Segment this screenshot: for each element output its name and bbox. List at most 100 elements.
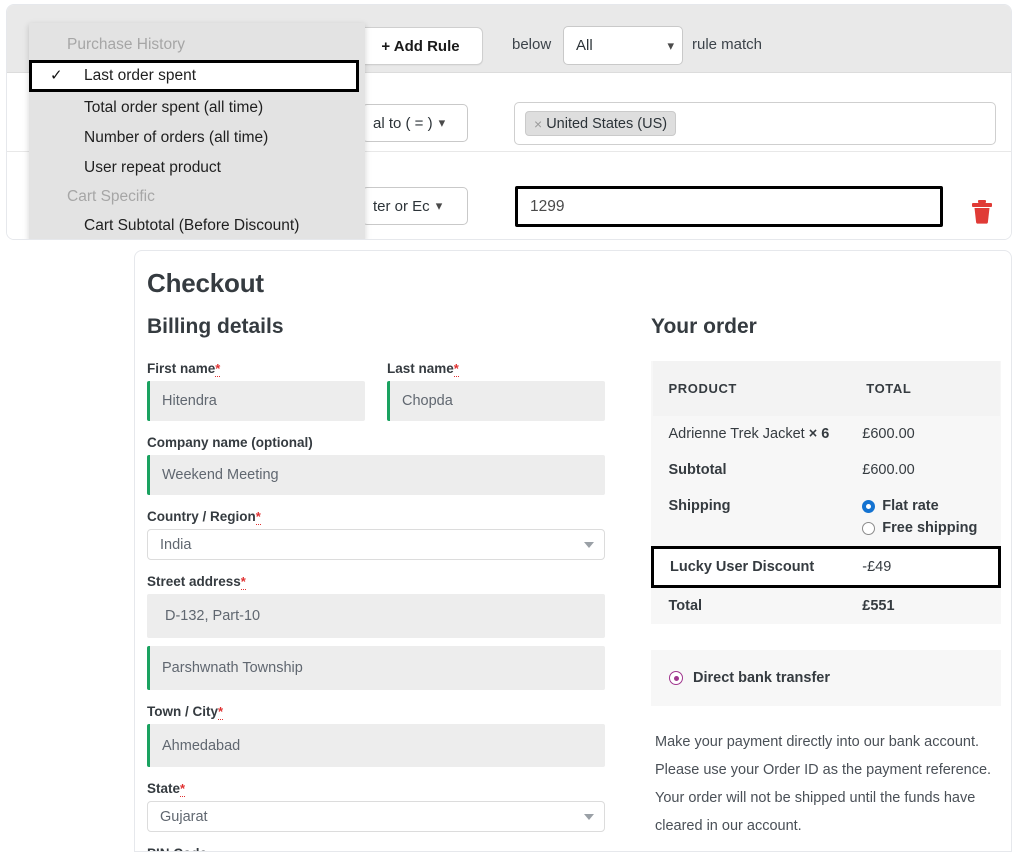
your-order-column: Your order PRODUCT TOTAL Adrienne Trek J… xyxy=(651,315,1002,840)
dropdown-item-last-order-spent[interactable]: ✓ Last order spent xyxy=(29,60,359,92)
billing-details-heading: Billing details xyxy=(147,315,284,338)
street-address-line1-input[interactable]: D-132, Part-10 xyxy=(147,594,605,638)
order-product-qty: × 6 xyxy=(808,426,830,442)
your-order-heading: Your order xyxy=(651,315,757,338)
required-asterisk: * xyxy=(453,361,459,377)
screenshot-root: + Add Rule below All ▾ rule match al to … xyxy=(0,0,1024,855)
last-name-input[interactable]: Chopda xyxy=(387,381,605,421)
city-value: Ahmedabad xyxy=(162,737,241,754)
radio-icon[interactable] xyxy=(669,671,683,685)
rule-builder-panel: + Add Rule below All ▾ rule match al to … xyxy=(6,4,1012,240)
country-label: Country / Region* xyxy=(147,509,605,525)
street-address-group: Street address* D-132, Part-10 Parshwnat… xyxy=(147,574,605,690)
table-row: Subtotal £600.00 xyxy=(653,452,1000,488)
required-asterisk: * xyxy=(215,361,221,377)
rule-type-dropdown-menu[interactable]: Purchase History ✓ Last order spent Tota… xyxy=(29,23,365,239)
payment-description: Make your payment directly into our bank… xyxy=(655,734,992,834)
shipping-option-label: Free shipping xyxy=(882,520,978,536)
rule-operator-select-2[interactable]: ter or Ec ▾ xyxy=(362,187,468,225)
required-asterisk: * xyxy=(180,781,186,797)
checkout-panel: Checkout Billing details First name* Hit… xyxy=(134,250,1012,852)
order-shipping-options: Flat rate Free shipping xyxy=(850,488,999,548)
order-col-product: PRODUCT xyxy=(652,361,851,416)
dropdown-item-number-of-orders[interactable]: Number of orders (all time) xyxy=(29,123,365,153)
rule-value-input[interactable]: 1299 xyxy=(515,186,943,227)
dropdown-item-label: Last order spent xyxy=(84,67,197,84)
required-asterisk: * xyxy=(240,574,246,590)
state-group: State* Gujarat xyxy=(147,781,605,832)
required-asterisk: * xyxy=(218,704,224,720)
dropdown-item-cart-subtotal[interactable]: Cart Subtotal (Before Discount) xyxy=(29,211,365,239)
order-table-header-row: PRODUCT TOTAL xyxy=(652,361,1000,416)
last-name-group: Last name* Chopda xyxy=(387,361,605,421)
chevron-down-icon: ▾ xyxy=(438,115,446,130)
table-row: Shipping Flat rate Free shipping xyxy=(653,488,1000,548)
shipping-option-flat-rate[interactable]: Flat rate xyxy=(862,498,999,514)
order-total-value: £551 xyxy=(862,598,895,614)
shipping-option-label: Flat rate xyxy=(882,498,939,514)
order-shipping-label: Shipping xyxy=(668,498,731,514)
last-name-label: Last name* xyxy=(387,361,605,377)
below-label: below xyxy=(512,36,552,53)
city-input[interactable]: Ahmedabad xyxy=(147,724,605,767)
rule-operator-select-1[interactable]: al to ( = ) ▾ xyxy=(362,104,468,142)
close-icon[interactable]: × xyxy=(534,116,542,132)
dropdown-item-total-order-spent[interactable]: Total order spent (all time) xyxy=(29,93,365,123)
rule-match-select-value: All xyxy=(576,37,593,54)
chevron-down-icon: ▾ xyxy=(435,198,443,213)
first-name-input[interactable]: Hitendra xyxy=(147,381,365,421)
payment-method-box: Direct bank transfer xyxy=(651,650,1001,706)
radio-icon[interactable] xyxy=(862,521,876,535)
first-name-label-text: First name xyxy=(147,361,216,376)
rule-value-input-text: 1299 xyxy=(530,197,565,215)
caret-down-icon xyxy=(584,541,594,548)
order-product-cell: Adrienne Trek Jacket × 6 xyxy=(653,416,851,452)
company-name-input[interactable]: Weekend Meeting xyxy=(147,455,605,495)
radio-icon[interactable] xyxy=(862,499,876,513)
payment-method-label: Direct bank transfer xyxy=(693,670,830,686)
token-label: United States (US) xyxy=(546,115,668,132)
pin-code-label: PIN Code xyxy=(147,846,605,851)
country-select[interactable]: India xyxy=(147,529,605,560)
first-name-group: First name* Hitendra xyxy=(147,361,365,421)
last-name-value: Chopda xyxy=(402,393,453,409)
street-address-line2-input[interactable]: Parshwnath Township xyxy=(147,646,605,690)
table-row: Total £551 xyxy=(653,587,1000,625)
table-row: Adrienne Trek Jacket × 6 £600.00 xyxy=(653,416,1000,452)
dropdown-item-user-repeat-product[interactable]: User repeat product xyxy=(29,153,365,183)
add-rule-button[interactable]: + Add Rule xyxy=(358,27,483,65)
order-subtotal-label: Subtotal xyxy=(668,462,727,478)
rule-operator-value-1: al to ( = ) xyxy=(373,114,433,132)
country-label-text: Country / Region xyxy=(147,509,256,524)
billing-details-column: Billing details First name* Hitendra Las… xyxy=(147,315,605,851)
company-name-value: Weekend Meeting xyxy=(162,467,279,483)
street-address-label-text: Street address xyxy=(147,574,241,589)
order-total-label: Total xyxy=(668,598,703,614)
rule-match-select[interactable]: All ▾ xyxy=(563,26,683,65)
order-product-name: Adrienne Trek Jacket xyxy=(668,426,805,442)
order-subtotal-value: £600.00 xyxy=(862,462,915,478)
required-asterisk: * xyxy=(255,509,261,525)
name-fields-row: First name* Hitendra Last name* Chopda xyxy=(147,361,605,421)
order-discount-row: Lucky User Discount -£49 xyxy=(651,546,1002,588)
order-discount-label: Lucky User Discount xyxy=(651,546,851,588)
chevron-down-icon: ▾ xyxy=(667,37,674,53)
street-address-label: Street address* xyxy=(147,574,605,590)
order-col-total: TOTAL xyxy=(850,361,1000,416)
dropdown-group-label-cart-specific: Cart Specific xyxy=(67,188,155,205)
dropdown-item-label: Number of orders (all time) xyxy=(84,129,269,146)
company-name-label: Company name (optional) xyxy=(147,435,313,450)
trash-icon[interactable] xyxy=(969,197,995,225)
token-united-states[interactable]: × United States (US) xyxy=(525,111,677,136)
country-value: India xyxy=(160,536,192,553)
dropdown-item-label: Cart Subtotal (Before Discount) xyxy=(84,217,300,234)
country-group: Country / Region* India xyxy=(147,509,605,560)
state-select[interactable]: Gujarat xyxy=(147,801,605,832)
dropdown-item-label: User repeat product xyxy=(84,159,221,176)
state-label: State* xyxy=(147,781,605,797)
payment-method-direct-bank-transfer[interactable]: Direct bank transfer xyxy=(669,670,983,686)
check-icon: ✓ xyxy=(50,67,63,84)
shipping-option-free-shipping[interactable]: Free shipping xyxy=(862,520,999,536)
rule-value-tokens-field[interactable]: × United States (US) xyxy=(514,102,996,145)
state-value: Gujarat xyxy=(160,808,208,825)
